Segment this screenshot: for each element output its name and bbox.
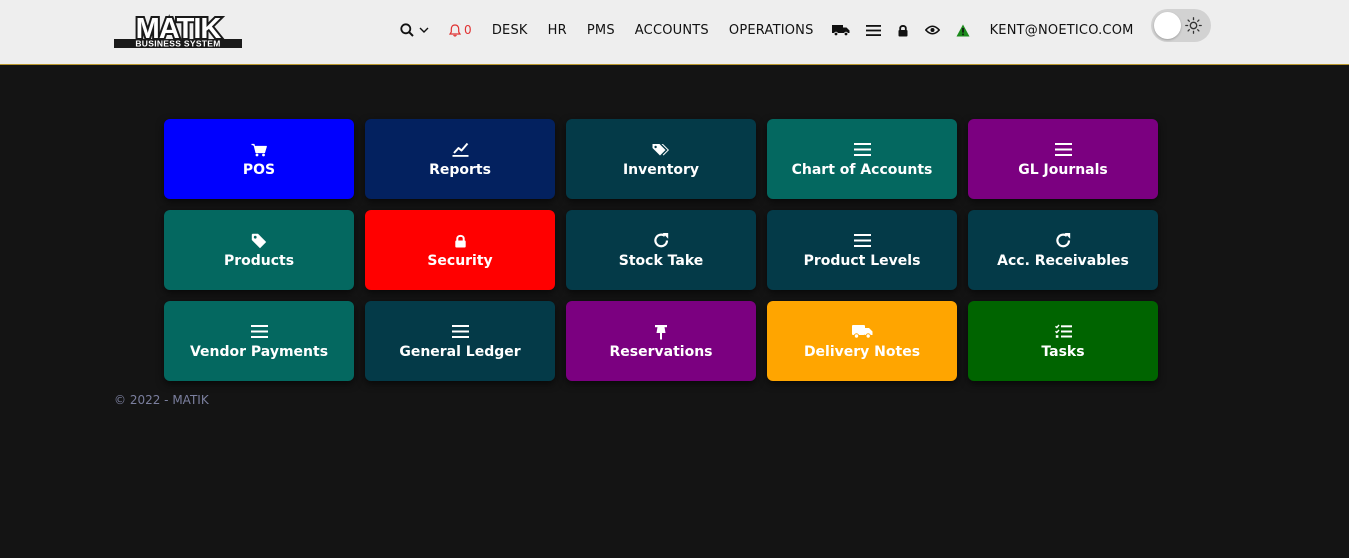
tile-label: Delivery Notes — [803, 343, 921, 360]
list-icon — [250, 322, 268, 342]
matik-logo: MATIK BUSINESS SYSTEM — [114, 12, 242, 49]
tile-label: Products — [223, 252, 295, 269]
search-icon — [400, 23, 414, 37]
list-icon — [1054, 140, 1072, 160]
tile-label: Vendor Payments — [189, 343, 329, 360]
tile-reports[interactable]: Reports — [365, 119, 555, 199]
tile-pos[interactable]: POS — [164, 119, 354, 199]
nav-operations[interactable]: OPERATIONS — [729, 0, 814, 60]
notification-count: 0 — [464, 23, 472, 37]
tile-label: General Ledger — [399, 343, 521, 360]
tile-product-levels[interactable]: Product Levels — [767, 210, 957, 290]
nav-hr[interactable]: HR — [548, 0, 567, 60]
list-icon — [853, 140, 871, 160]
refresh-icon — [1055, 231, 1072, 251]
tile-label: Reservations — [609, 343, 713, 360]
tile-label: GL Journals — [1018, 161, 1108, 178]
search-dropdown[interactable] — [400, 0, 429, 60]
nav-list[interactable] — [865, 0, 881, 60]
list-icon — [853, 231, 871, 251]
list-icon — [451, 322, 469, 342]
bell-icon — [449, 23, 461, 37]
lock-icon — [897, 24, 909, 37]
nav-lock[interactable] — [897, 0, 909, 60]
tile-vendor-payments[interactable]: Vendor Payments — [164, 301, 354, 381]
truck-icon — [851, 322, 873, 342]
user-account[interactable]: KENT@NOETICO.COM — [990, 0, 1134, 60]
tile-label: Acc. Receivables — [997, 252, 1129, 269]
module-tiles: POS Reports Inventory Chart of Accounts … — [164, 119, 1158, 381]
tile-label: Reports — [429, 161, 491, 178]
truck-icon — [831, 24, 850, 36]
tile-stock-take[interactable]: Stock Take — [566, 210, 756, 290]
tile-delivery-notes[interactable]: Delivery Notes — [767, 301, 957, 381]
nav-alerts[interactable] — [956, 0, 970, 60]
tile-gl-journals[interactable]: GL Journals — [968, 119, 1158, 199]
refresh-icon — [653, 231, 670, 251]
top-navbar: MATIK BUSINESS SYSTEM 0 DESK HR PMS ACCO… — [0, 0, 1349, 65]
tile-label: Inventory — [622, 161, 700, 178]
nav-delivery[interactable] — [831, 0, 850, 60]
chart-line-icon — [452, 140, 469, 160]
footer-copyright: © 2022 - MATIK — [114, 393, 209, 407]
tile-label: Security — [427, 252, 493, 269]
tile-products[interactable]: Products — [164, 210, 354, 290]
theme-toggle[interactable] — [1151, 9, 1211, 42]
nav-pms[interactable]: PMS — [587, 0, 615, 60]
nav-desk[interactable]: DESK — [492, 0, 528, 60]
tile-tasks[interactable]: Tasks — [968, 301, 1158, 381]
tile-security[interactable]: Security — [365, 210, 555, 290]
tile-label: Stock Take — [618, 252, 704, 269]
tile-reservations[interactable]: Reservations — [566, 301, 756, 381]
tile-label: Product Levels — [803, 252, 921, 269]
nav-view[interactable] — [924, 0, 940, 60]
tile-inventory[interactable]: Inventory — [566, 119, 756, 199]
sun-icon — [1185, 17, 1202, 38]
tags-icon — [652, 140, 670, 160]
tile-label: Tasks — [1041, 343, 1085, 360]
checklist-icon — [1054, 322, 1072, 342]
notifications[interactable]: 0 — [449, 0, 472, 60]
pin-icon — [654, 322, 668, 342]
nav-accounts[interactable]: ACCOUNTS — [635, 0, 709, 60]
cart-icon — [251, 140, 267, 160]
warning-icon — [956, 24, 970, 37]
tile-label: POS — [242, 161, 276, 178]
toggle-knob — [1154, 12, 1181, 39]
brand-logo[interactable]: MATIK BUSINESS SYSTEM — [112, 12, 244, 50]
lock-icon — [454, 231, 467, 251]
brand-tagline: BUSINESS SYSTEM — [135, 39, 220, 49]
chevron-down-icon — [419, 27, 429, 33]
list-icon — [865, 24, 881, 37]
tag-icon — [251, 231, 267, 251]
tile-acc-receivables[interactable]: Acc. Receivables — [968, 210, 1158, 290]
eye-icon — [924, 25, 940, 35]
tile-label: Chart of Accounts — [791, 161, 933, 178]
tile-chart-of-accounts[interactable]: Chart of Accounts — [767, 119, 957, 199]
tile-general-ledger[interactable]: General Ledger — [365, 301, 555, 381]
